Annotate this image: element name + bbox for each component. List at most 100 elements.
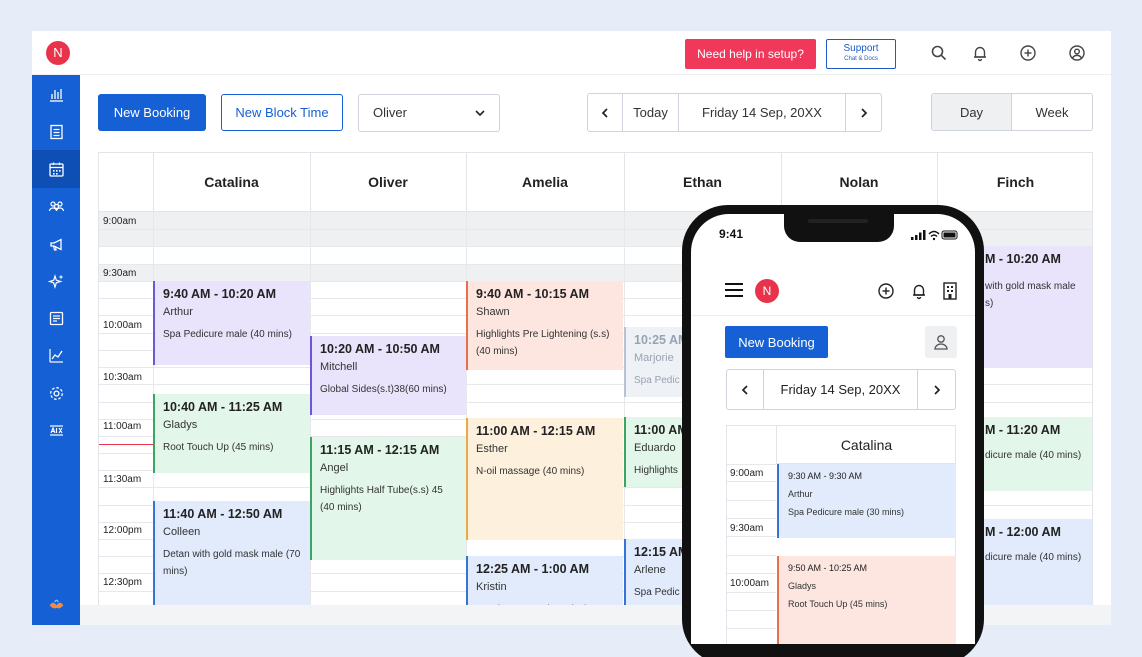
chevron-right-icon <box>860 107 867 118</box>
user-circle-icon[interactable] <box>1068 44 1086 62</box>
bell-icon[interactable] <box>910 282 928 305</box>
appointment-card[interactable]: 10:40 AM - 11:25 AM Gladys Root Touch Up… <box>153 394 310 473</box>
appointment-time: 10:20 AM - 10:50 AM <box>320 342 440 356</box>
appointment-card[interactable]: 11:00 AM - 12:15 AM Esther N-oil massage… <box>466 418 623 540</box>
current-time-indicator <box>99 444 153 445</box>
appointment-time: 9:40 AM - 10:20 AM <box>163 287 276 301</box>
appointment-time: 9:50 AM - 10:25 AM <box>788 563 868 573</box>
building-icon[interactable] <box>942 282 958 305</box>
appointment-card[interactable]: 11:15 AM - 12:15 AM Angel Highlights Hal… <box>310 437 466 560</box>
appointment-time: M - 12:00 AM <box>985 525 1061 539</box>
time-label: 11:00am <box>103 421 142 432</box>
sidebar-item-calendar[interactable] <box>32 150 80 188</box>
phone-time-label: 9:00am <box>730 468 764 479</box>
sidebar-item-tasks[interactable] <box>32 112 80 150</box>
megaphone-icon <box>49 237 62 251</box>
appointment-time: 11:00 AM - 12:15 AM <box>476 424 596 438</box>
top-bar: N Need help in setup? Support Chat & Doc… <box>32 31 1111 75</box>
sidebar-item-invoices[interactable] <box>32 299 80 337</box>
column-header[interactable]: Nolan <box>781 153 938 212</box>
user-icon[interactable] <box>925 326 957 358</box>
chevron-down-icon <box>473 95 487 134</box>
staff-select[interactable]: Oliver <box>358 94 500 132</box>
view-week-button[interactable]: Week <box>1012 94 1092 130</box>
appointment-service: dicure male (40 mins) <box>985 450 1082 461</box>
appointment-service: with gold mask male s) <box>985 281 1076 309</box>
appointment-service: Highlights Half Tube(s.s) 45 (40 mins) <box>320 485 443 513</box>
bell-icon[interactable] <box>971 44 989 62</box>
phone-mockup: 9:41 N New Booking Friday 14 Sep, 20XX C… <box>682 205 984 657</box>
appointment-card[interactable]: 10:20 AM - 10:50 AM Mitchell Global Side… <box>310 336 466 415</box>
time-label: 9:30am <box>103 268 137 279</box>
column-header[interactable]: Amelia <box>466 153 625 212</box>
prev-day-button[interactable] <box>588 94 623 131</box>
sidebar-item-clients[interactable] <box>32 187 80 225</box>
appointment-client: Colleen <box>163 526 201 538</box>
app-logo[interactable]: N <box>46 41 70 65</box>
time-label: 12:30pm <box>103 577 142 588</box>
sidebar-item-settings[interactable] <box>32 374 80 412</box>
sidebar-item-tax[interactable] <box>32 411 80 449</box>
gear-icon <box>49 386 63 400</box>
phone-calendar-grid: Catalina 9:00am 9:30am 10:00am 9:30 AM -… <box>726 425 956 644</box>
column-header[interactable]: Oliver <box>310 153 467 212</box>
view-toggle: Day Week <box>931 93 1093 131</box>
chevron-right-icon <box>934 384 941 395</box>
column-header[interactable]: Catalina <box>153 153 311 212</box>
appointment-service: Spa Pedicure male (40 mins) <box>163 329 292 340</box>
time-label: 12:00pm <box>103 525 142 536</box>
appointment-time: 10:40 AM - 11:25 AM <box>163 400 283 414</box>
plus-circle-icon[interactable] <box>1019 44 1037 62</box>
appointment-time: 9:40 AM - 10:15 AM <box>476 287 589 301</box>
appointment-client: Arthur <box>163 306 193 318</box>
appointment-card[interactable]: 9:40 AM - 10:20 AM Arthur Spa Pedicure m… <box>153 281 310 365</box>
help-setup-button[interactable]: Need help in setup? <box>685 39 816 69</box>
appointment-time: 12:25 AM - 1:00 AM <box>476 562 589 576</box>
phone-time-label: 9:30am <box>730 523 764 534</box>
phone-appointment-card[interactable]: 9:30 AM - 9:30 AM Arthur Spa Pedicure ma… <box>777 464 956 538</box>
team-icon <box>48 200 64 211</box>
tax-icon <box>49 424 63 436</box>
chevron-left-icon <box>601 107 608 118</box>
appointment-client: Esther <box>476 443 508 455</box>
sidebar-item-analytics[interactable] <box>32 336 80 374</box>
new-block-time-button[interactable]: New Block Time <box>221 94 343 131</box>
phone-prev-day-button[interactable] <box>727 370 763 409</box>
column-header[interactable]: Ethan <box>624 153 782 212</box>
calendar-icon <box>48 162 64 177</box>
phone-current-date[interactable]: Friday 14 Sep, 20XX <box>763 370 918 409</box>
plus-circle-icon[interactable] <box>877 282 895 305</box>
appointment-client: Shawn <box>476 306 510 318</box>
trend-icon <box>48 348 63 363</box>
appointment-card[interactable]: 11:40 AM - 12:50 AM Colleen Detan with g… <box>153 501 310 621</box>
search-icon[interactable] <box>930 44 948 62</box>
support-sublabel: Chat & Docs <box>844 56 878 62</box>
clipboard-icon <box>49 124 63 139</box>
sidebar-item-reports[interactable] <box>32 75 80 113</box>
time-label: 11:30am <box>103 474 142 485</box>
appointment-time: 11:15 AM - 12:15 AM <box>320 443 440 457</box>
sidebar <box>32 75 80 625</box>
new-booking-button[interactable]: New Booking <box>98 94 206 131</box>
column-header[interactable]: Finch <box>937 153 1092 212</box>
sidebar-item-marketing[interactable] <box>32 225 80 263</box>
phone-column-header[interactable]: Catalina <box>776 426 956 464</box>
phone-appointment-card[interactable]: 9:50 AM - 10:25 AM Gladys Root Touch Up … <box>777 556 956 644</box>
appointment-service: dicure male (40 mins) <box>985 552 1082 563</box>
hamburger-menu-icon[interactable] <box>724 282 744 303</box>
today-button[interactable]: Today <box>623 94 679 131</box>
current-date[interactable]: Friday 14 Sep, 20XX <box>679 94 846 131</box>
phone-app-logo[interactable]: N <box>755 279 779 303</box>
appointment-client: Gladys <box>788 581 817 591</box>
support-button[interactable]: Support Chat & Docs <box>826 39 896 69</box>
appointment-client: Mitchell <box>320 361 358 373</box>
appointment-card[interactable]: 9:40 AM - 10:15 AM Shawn Highlights Pre … <box>466 281 623 370</box>
phone-date-navigator: Friday 14 Sep, 20XX <box>726 369 956 410</box>
phone-next-day-button[interactable] <box>918 370 956 409</box>
appointment-service: N-oil massage (40 mins) <box>476 466 585 477</box>
time-label: 10:00am <box>103 320 142 331</box>
view-day-button[interactable]: Day <box>932 94 1012 130</box>
phone-new-booking-button[interactable]: New Booking <box>725 326 828 358</box>
next-day-button[interactable] <box>846 94 881 131</box>
sidebar-item-services[interactable] <box>32 262 80 300</box>
